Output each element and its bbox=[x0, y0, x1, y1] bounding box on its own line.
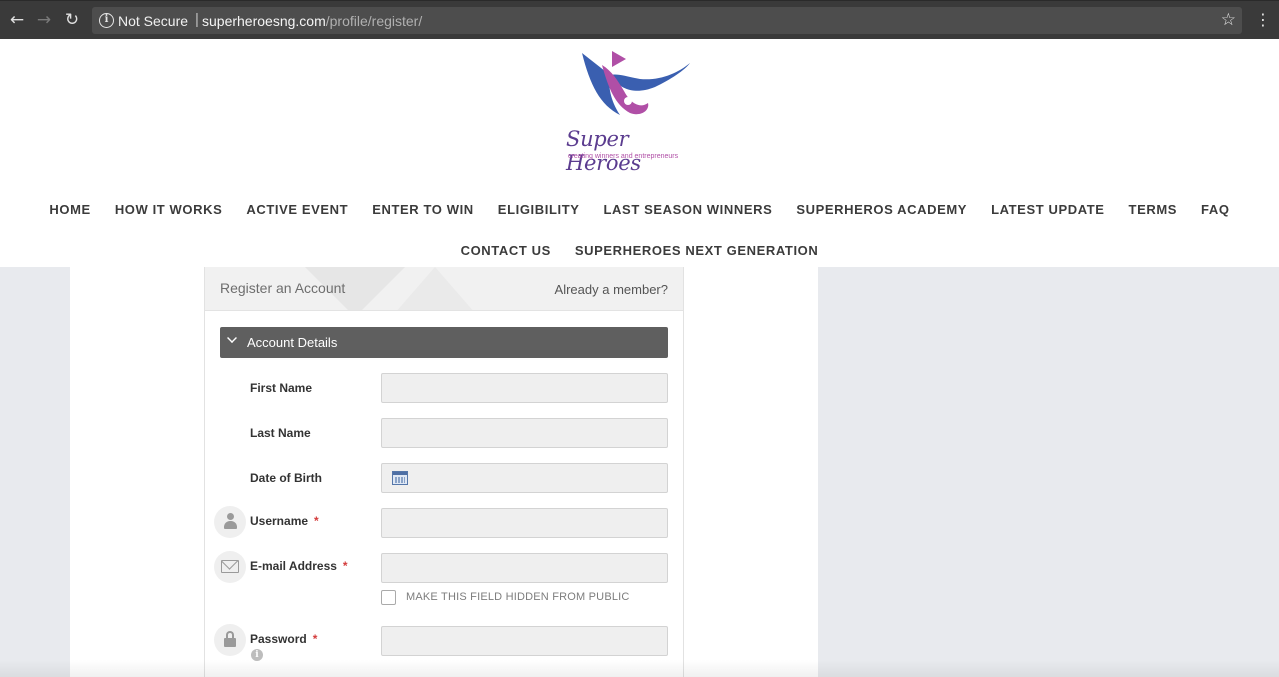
first-name-input[interactable] bbox=[381, 373, 668, 403]
account-details-toggle[interactable]: Account Details bbox=[220, 327, 668, 358]
password-label: Password * bbox=[250, 632, 317, 646]
main-navigation: HOME HOW IT WORKS ACTIVE EVENT ENTER TO … bbox=[0, 189, 1279, 271]
nav-enter-to-win[interactable]: ENTER TO WIN bbox=[372, 202, 474, 217]
form-header: Register an Account Already a member? bbox=[205, 267, 683, 311]
nav-last-season-winners[interactable]: LAST SEASON WINNERS bbox=[604, 202, 773, 217]
nav-contact-us[interactable]: CONTACT US bbox=[461, 243, 551, 258]
required-marker: * bbox=[342, 559, 348, 573]
nav-superheroes-next-generation[interactable]: SUPERHEROES NEXT GENERATION bbox=[575, 243, 819, 258]
nav-latest-update[interactable]: LATEST UPDATE bbox=[991, 202, 1104, 217]
superhero-logo-icon bbox=[582, 51, 690, 115]
reload-icon[interactable]: ↻ bbox=[62, 10, 82, 30]
email-input[interactable] bbox=[381, 553, 668, 583]
dob-input[interactable] bbox=[381, 463, 668, 493]
mail-icon-badge bbox=[214, 551, 246, 583]
required-marker: * bbox=[312, 632, 318, 646]
user-icon-badge bbox=[214, 506, 246, 538]
email-label: E-mail Address * bbox=[250, 559, 348, 573]
register-form-card: Register an Account Already a member? Ac… bbox=[204, 267, 684, 677]
logo-tagline: creating winners and entrepreneurs bbox=[568, 153, 679, 160]
forward-arrow-icon[interactable]: → bbox=[34, 10, 54, 30]
dob-label: Date of Birth bbox=[250, 471, 322, 485]
already-member-link[interactable]: Already a member? bbox=[555, 282, 668, 297]
last-name-label: Last Name bbox=[250, 426, 311, 440]
nav-eligibility[interactable]: ELIGIBILITY bbox=[498, 202, 580, 217]
section-label: Account Details bbox=[247, 335, 338, 350]
last-name-input[interactable] bbox=[381, 418, 668, 448]
info-icon[interactable]: i bbox=[99, 13, 114, 28]
browser-toolbar: ← → ↻ i Not Secure | superheroesng.com/p… bbox=[0, 0, 1279, 39]
address-bar[interactable]: i Not Secure | superheroesng.com/profile… bbox=[92, 7, 1242, 34]
site-logo[interactable]: Super Heroes creating winners and entrep… bbox=[560, 45, 700, 175]
hide-field-label[interactable]: MAKE THIS FIELD HIDDEN FROM PUBLIC bbox=[406, 591, 630, 603]
form-title: Register an Account bbox=[220, 280, 346, 296]
calendar-icon[interactable] bbox=[392, 471, 408, 485]
username-input[interactable] bbox=[381, 508, 668, 538]
site-header: Super Heroes creating winners and entrep… bbox=[0, 39, 1279, 267]
lock-icon-badge bbox=[214, 624, 246, 656]
nav-how-it-works[interactable]: HOW IT WORKS bbox=[115, 202, 223, 217]
username-label-text: Username bbox=[250, 514, 309, 528]
password-input[interactable] bbox=[381, 626, 668, 656]
url-host: superheroesng.com bbox=[202, 13, 326, 29]
required-marker: * bbox=[314, 514, 319, 528]
browser-menu-icon[interactable]: ⋮ bbox=[1255, 10, 1271, 30]
header-decoration bbox=[395, 267, 475, 310]
nav-superheros-academy[interactable]: SUPERHEROS ACADEMY bbox=[796, 202, 967, 217]
bookmark-star-icon[interactable]: ☆ bbox=[1221, 10, 1236, 30]
dob-row: Date of Birth bbox=[205, 463, 683, 495]
password-help-icon[interactable]: i bbox=[251, 649, 263, 661]
password-row: Password * bbox=[205, 624, 683, 656]
chevron-down-icon bbox=[227, 333, 237, 343]
nav-terms[interactable]: TERMS bbox=[1129, 202, 1178, 217]
password-label-text: Password bbox=[250, 632, 307, 646]
nav-faq[interactable]: FAQ bbox=[1201, 202, 1230, 217]
email-label-text: E-mail Address bbox=[250, 559, 337, 573]
first-name-label: First Name bbox=[250, 381, 313, 395]
email-row: E-mail Address * bbox=[205, 551, 683, 583]
nav-home[interactable]: HOME bbox=[49, 202, 90, 217]
security-label: Not Secure bbox=[118, 13, 189, 29]
back-arrow-icon[interactable]: ← bbox=[7, 10, 27, 30]
url-path: /profile/register/ bbox=[325, 13, 423, 29]
last-name-row: Last Name bbox=[205, 418, 683, 450]
first-name-row: First Name bbox=[205, 373, 683, 405]
envelope-icon bbox=[221, 560, 239, 573]
url-separator: | bbox=[195, 11, 199, 28]
username-row: Username * bbox=[205, 506, 683, 538]
nav-row-primary: HOME HOW IT WORKS ACTIVE EVENT ENTER TO … bbox=[0, 189, 1279, 230]
hide-field-checkbox[interactable] bbox=[381, 590, 396, 605]
username-label: Username * bbox=[250, 514, 319, 528]
lock-icon bbox=[224, 631, 236, 647]
user-icon bbox=[224, 513, 237, 531]
nav-active-event[interactable]: ACTIVE EVENT bbox=[246, 202, 348, 217]
nav-row-secondary: CONTACT US SUPERHEROES NEXT GENERATION bbox=[0, 230, 1279, 271]
logo-title: Super Heroes bbox=[566, 127, 641, 175]
url-text: superheroesng.com/profile/register/ bbox=[202, 13, 422, 29]
